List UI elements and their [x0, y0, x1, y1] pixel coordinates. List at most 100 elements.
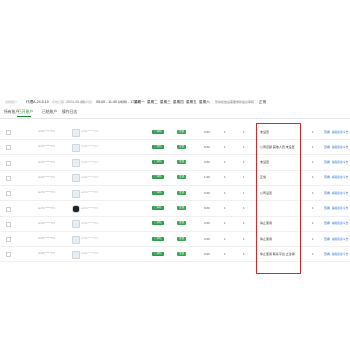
- row-checkbox[interactable]: [6, 191, 11, 197]
- review-status-badge: 已审核: [152, 236, 164, 241]
- row-count: 1: [224, 206, 226, 210]
- row-flag: 1: [312, 160, 314, 165]
- row-amount: 1: [243, 129, 245, 134]
- account-alias: sidN7*****P1: [81, 129, 99, 133]
- row-flag: 1: [312, 190, 314, 195]
- row-checkbox[interactable]: [6, 130, 11, 135]
- row-checkbox[interactable]: [6, 206, 11, 212]
- row-amount: 1: [243, 175, 245, 180]
- account-name: sidN7*****P1: [38, 251, 56, 256]
- active-status-badge: 生效: [177, 251, 186, 256]
- row-score: 0.60: [204, 251, 210, 256]
- day-1: 星期一: [134, 100, 145, 104]
- account-alias: sidN7*****P1: [81, 251, 99, 256]
- avatar-icon: [72, 250, 80, 259]
- row-count: 1: [224, 160, 226, 165]
- time-label: 投放时段: [80, 100, 93, 104]
- row-flag: 1: [312, 221, 314, 226]
- avatar-icon: [72, 143, 80, 152]
- row-score: 0.60: [204, 206, 210, 210]
- account-label: 当前账户: [5, 100, 18, 104]
- avatar-icon: [72, 220, 80, 229]
- review-status-badge: 已审核: [152, 175, 164, 180]
- tab-bar: 所有账户 已开账户 已结账户 操作日志: [0, 108, 350, 119]
- view-link[interactable]: 查看: [324, 221, 330, 225]
- account-alias: sidN7*****P1: [81, 174, 99, 179]
- avatar-icon: [72, 205, 80, 213]
- row-count: 1: [224, 236, 226, 241]
- tab-operation-log[interactable]: 操作日志: [62, 110, 77, 115]
- row-checkbox[interactable]: [6, 237, 11, 243]
- view-link[interactable]: 查看: [324, 160, 330, 164]
- edit-link[interactable]: 编辑备注/平台: [332, 175, 348, 179]
- view-link[interactable]: 查看: [324, 252, 330, 256]
- row-checkbox[interactable]: [6, 175, 11, 181]
- row-flag: 1: [312, 175, 314, 180]
- view-link[interactable]: 查看: [324, 237, 330, 241]
- tab-all-accounts[interactable]: 所有账户: [4, 110, 19, 115]
- edit-link[interactable]: 编辑备注/平台: [332, 145, 348, 149]
- info-bar: 当前账户 代理A,24.5.19 有效日期 2024-05-16 投放时段 09…: [0, 99, 350, 106]
- avatar-icon: [72, 128, 80, 137]
- review-status-badge: 已审核: [152, 144, 164, 149]
- active-status-badge: 生效: [177, 129, 186, 134]
- edit-link[interactable]: 编辑备注/平台: [332, 237, 348, 241]
- days-label: 投放日: [118, 100, 128, 104]
- account-name: sidN7*****P1: [38, 159, 56, 164]
- review-status-badge: 已审核: [152, 221, 164, 226]
- row-amount: 1: [243, 144, 245, 149]
- row-amount: 1: [243, 206, 245, 210]
- account-name: sidN7*****P1: [38, 174, 56, 179]
- action-link[interactable]: 暂停投放后需要重新提交审核: [215, 100, 254, 105]
- account-name: sidN7*****P1: [38, 129, 56, 133]
- tab-closed-accounts[interactable]: 已结账户: [42, 110, 57, 115]
- edit-link[interactable]: 编辑备注/平台: [332, 160, 348, 164]
- row-score: 0.60: [204, 144, 210, 149]
- day-2: 星期二: [147, 100, 158, 104]
- review-status-badge: 已审核: [152, 206, 164, 210]
- day-3: 星期三: [160, 100, 171, 104]
- avatar-icon: [72, 235, 80, 244]
- row-flag: 1: [312, 251, 314, 256]
- active-status-badge: 生效: [177, 221, 186, 226]
- active-status-badge: 生效: [177, 206, 186, 210]
- row-score: 0.60: [204, 221, 210, 226]
- row-checkbox[interactable]: [6, 252, 11, 258]
- row-count: 1: [224, 251, 226, 256]
- edit-link[interactable]: 编辑备注/平台: [332, 130, 348, 134]
- review-status-badge: 已审核: [152, 160, 164, 165]
- view-link[interactable]: 查看: [324, 175, 330, 179]
- edit-link[interactable]: 编辑备注/平台: [332, 206, 348, 210]
- account-alias: sidN7*****P1: [81, 205, 99, 210]
- row-checkbox[interactable]: [6, 160, 11, 166]
- account-alias: sidN7*****P1: [81, 159, 99, 164]
- day-6: 星期六: [199, 100, 210, 104]
- view-link[interactable]: 查看: [324, 191, 330, 195]
- row-checkbox[interactable]: [6, 145, 11, 151]
- view-link[interactable]: 查看: [324, 130, 330, 134]
- row-score: 0.60: [204, 190, 210, 195]
- row-score: 0.60: [204, 129, 210, 134]
- active-status-badge: 生效: [177, 190, 186, 195]
- active-status-badge: 生效: [177, 144, 186, 149]
- review-status-badge: 已审核: [152, 129, 164, 134]
- row-amount: 1: [243, 221, 245, 226]
- day-5: 星期五: [186, 100, 197, 104]
- row-count: 1: [224, 175, 226, 180]
- active-status-badge: 生效: [177, 160, 186, 165]
- account-name: sidN7*****P1: [38, 190, 56, 195]
- row-flag: 1: [312, 144, 314, 149]
- edit-link[interactable]: 编辑备注/平台: [332, 221, 348, 225]
- view-link[interactable]: 查看: [324, 206, 330, 210]
- row-checkbox[interactable]: [6, 221, 11, 227]
- edit-link[interactable]: 编辑备注/平台: [332, 191, 348, 195]
- row-count: 1: [224, 221, 226, 226]
- tab-opened-accounts[interactable]: 已开账户: [18, 110, 33, 115]
- account-name: sidN7*****P1: [38, 144, 56, 149]
- view-link[interactable]: 查看: [324, 145, 330, 149]
- row-count: 1: [224, 144, 226, 149]
- row-score: 1.00: [204, 175, 210, 180]
- review-status-badge: 已审核: [152, 190, 164, 195]
- edit-link[interactable]: 编辑备注/平台: [332, 252, 348, 256]
- account-name: sidN7*****P1: [38, 220, 56, 225]
